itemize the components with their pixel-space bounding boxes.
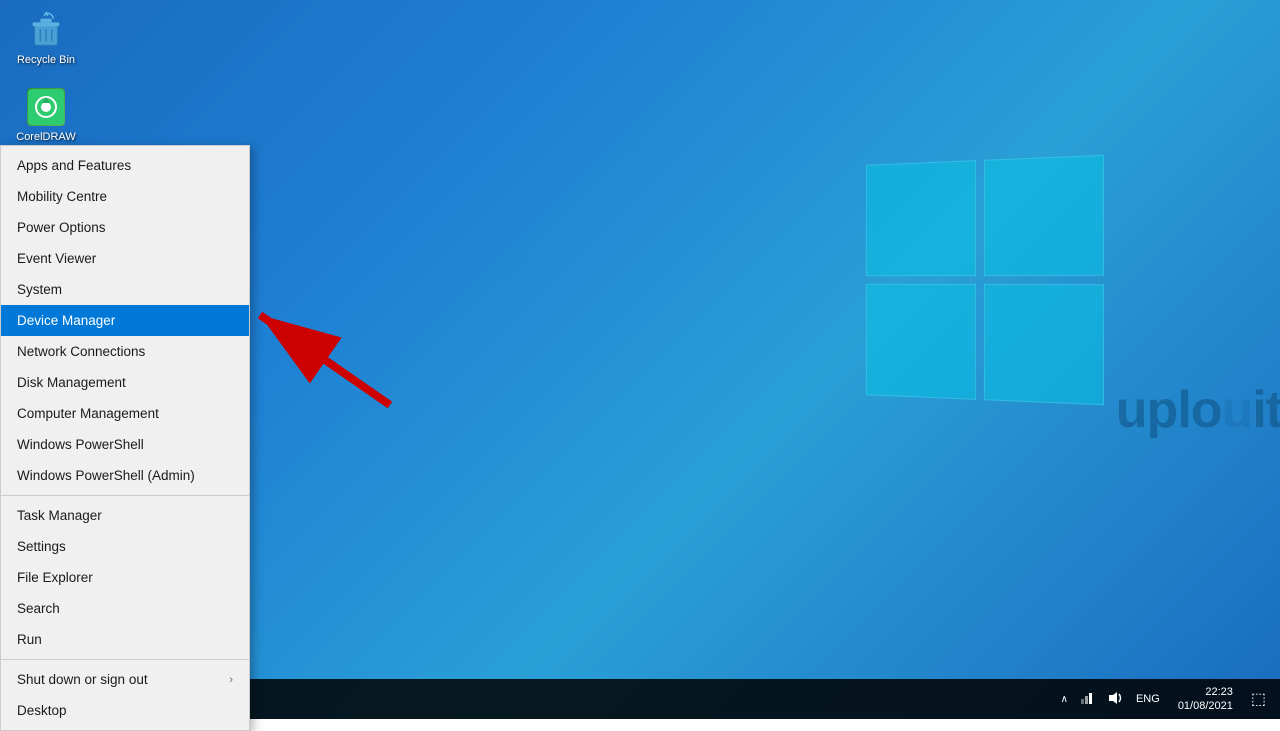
network-icon[interactable]	[1076, 689, 1098, 710]
tray-overflow-icon[interactable]: ∧	[1059, 694, 1070, 705]
red-arrow-annotation	[230, 285, 410, 415]
desktop-icons: Recycle Bin CorelDRAWX7 (64-Bit)	[10, 10, 82, 158]
menu-item-device-manager[interactable]: Device Manager	[1, 305, 249, 336]
menu-item-search[interactable]: Search	[1, 593, 249, 624]
coreldraw-img	[27, 88, 65, 126]
tray-time: 22:23	[1178, 685, 1233, 699]
menu-item-system[interactable]: System	[1, 274, 249, 305]
uplocity-watermark: uplouity	[1116, 380, 1280, 440]
tray-date: 01/08/2021	[1178, 699, 1233, 713]
menu-item-windows-powershell-admin[interactable]: Windows PowerShell (Admin)	[1, 460, 249, 491]
menu-item-windows-powershell[interactable]: Windows PowerShell	[1, 429, 249, 460]
menu-item-desktop[interactable]: Desktop	[1, 695, 249, 726]
menu-item-mobility-centre[interactable]: Mobility Centre	[1, 181, 249, 212]
context-menu: Apps and Features Mobility Centre Power …	[0, 145, 250, 731]
tray-clock[interactable]: 22:23 01/08/2021	[1170, 685, 1241, 714]
tray-language[interactable]: ENG	[1132, 693, 1164, 705]
system-tray: ∧ ENG 22:23 01/08/2021	[1059, 679, 1280, 719]
menu-item-task-manager[interactable]: Task Manager	[1, 500, 249, 531]
menu-divider-1	[1, 495, 249, 496]
recycle-bin-icon[interactable]: Recycle Bin	[10, 10, 82, 67]
notification-center-icon[interactable]: ⬚	[1247, 689, 1270, 709]
menu-item-power-options[interactable]: Power Options	[1, 212, 249, 243]
desktop: uplouity Recycle Bin	[0, 0, 1280, 719]
shut-down-arrow-icon: ›	[229, 674, 233, 686]
recycle-bin-label: Recycle Bin	[17, 54, 75, 67]
menu-item-shut-down[interactable]: Shut down or sign out ›	[1, 664, 249, 695]
menu-item-file-explorer[interactable]: File Explorer	[1, 562, 249, 593]
menu-divider-2	[1, 659, 249, 660]
speaker-icon[interactable]	[1104, 689, 1126, 710]
menu-item-apps-features[interactable]: Apps and Features	[1, 150, 249, 181]
menu-item-disk-management[interactable]: Disk Management	[1, 367, 249, 398]
recycle-bin-svg	[27, 11, 65, 49]
menu-item-event-viewer[interactable]: Event Viewer	[1, 243, 249, 274]
menu-item-network-connections[interactable]: Network Connections	[1, 336, 249, 367]
menu-item-settings[interactable]: Settings	[1, 531, 249, 562]
menu-item-computer-management[interactable]: Computer Management	[1, 398, 249, 429]
menu-item-run[interactable]: Run	[1, 624, 249, 655]
